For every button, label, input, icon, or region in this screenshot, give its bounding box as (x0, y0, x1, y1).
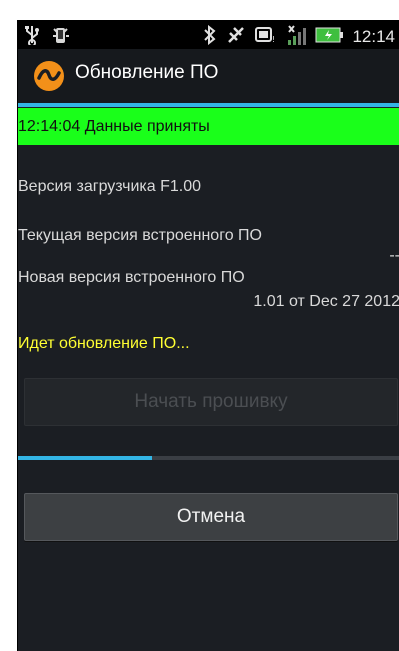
action-bar: Обновление ПО (18, 49, 399, 103)
signal-icon (286, 24, 307, 50)
update-progress-text: Идет обновление ПО... (18, 335, 190, 352)
status-bar: ! 12:14 (18, 21, 399, 49)
progress-bar (18, 456, 399, 460)
nfc-icon: ! (255, 25, 277, 49)
action-bar-divider (18, 103, 399, 107)
page-title: Обновление ПО (75, 62, 219, 83)
battery-icon (315, 27, 344, 47)
current-firmware-label: Текущая версия встроенного ПО (18, 227, 262, 244)
bootloader-version: Версия загрузчика F1.00 (18, 178, 201, 195)
clock-time: 12:14 (352, 27, 395, 46)
app-screen: ! 12:14 Обновление ПО 12:14:04 Данные пр… (17, 20, 399, 651)
device-frame: ! 12:14 Обновление ПО 12:14:04 Данные пр… (0, 0, 399, 651)
svg-text:!: ! (272, 35, 275, 44)
status-banner: 12:14:04 Данные приняты (18, 108, 399, 145)
new-firmware-label: Новая версия встроенного ПО (18, 269, 245, 286)
start-flashing-button[interactable]: Начать прошивку (24, 378, 398, 426)
debug-icon (52, 25, 70, 49)
progress-bar-fill (18, 456, 152, 460)
current-firmware-value: -- (389, 247, 399, 264)
app-logo-icon[interactable] (33, 60, 65, 92)
usb-icon (24, 25, 40, 49)
cancel-button[interactable]: Отмена (24, 493, 398, 541)
new-firmware-value: 1.01 от Dec 27 2012 (253, 293, 399, 310)
bluetooth-icon (203, 24, 217, 49)
mute-icon (226, 25, 246, 49)
